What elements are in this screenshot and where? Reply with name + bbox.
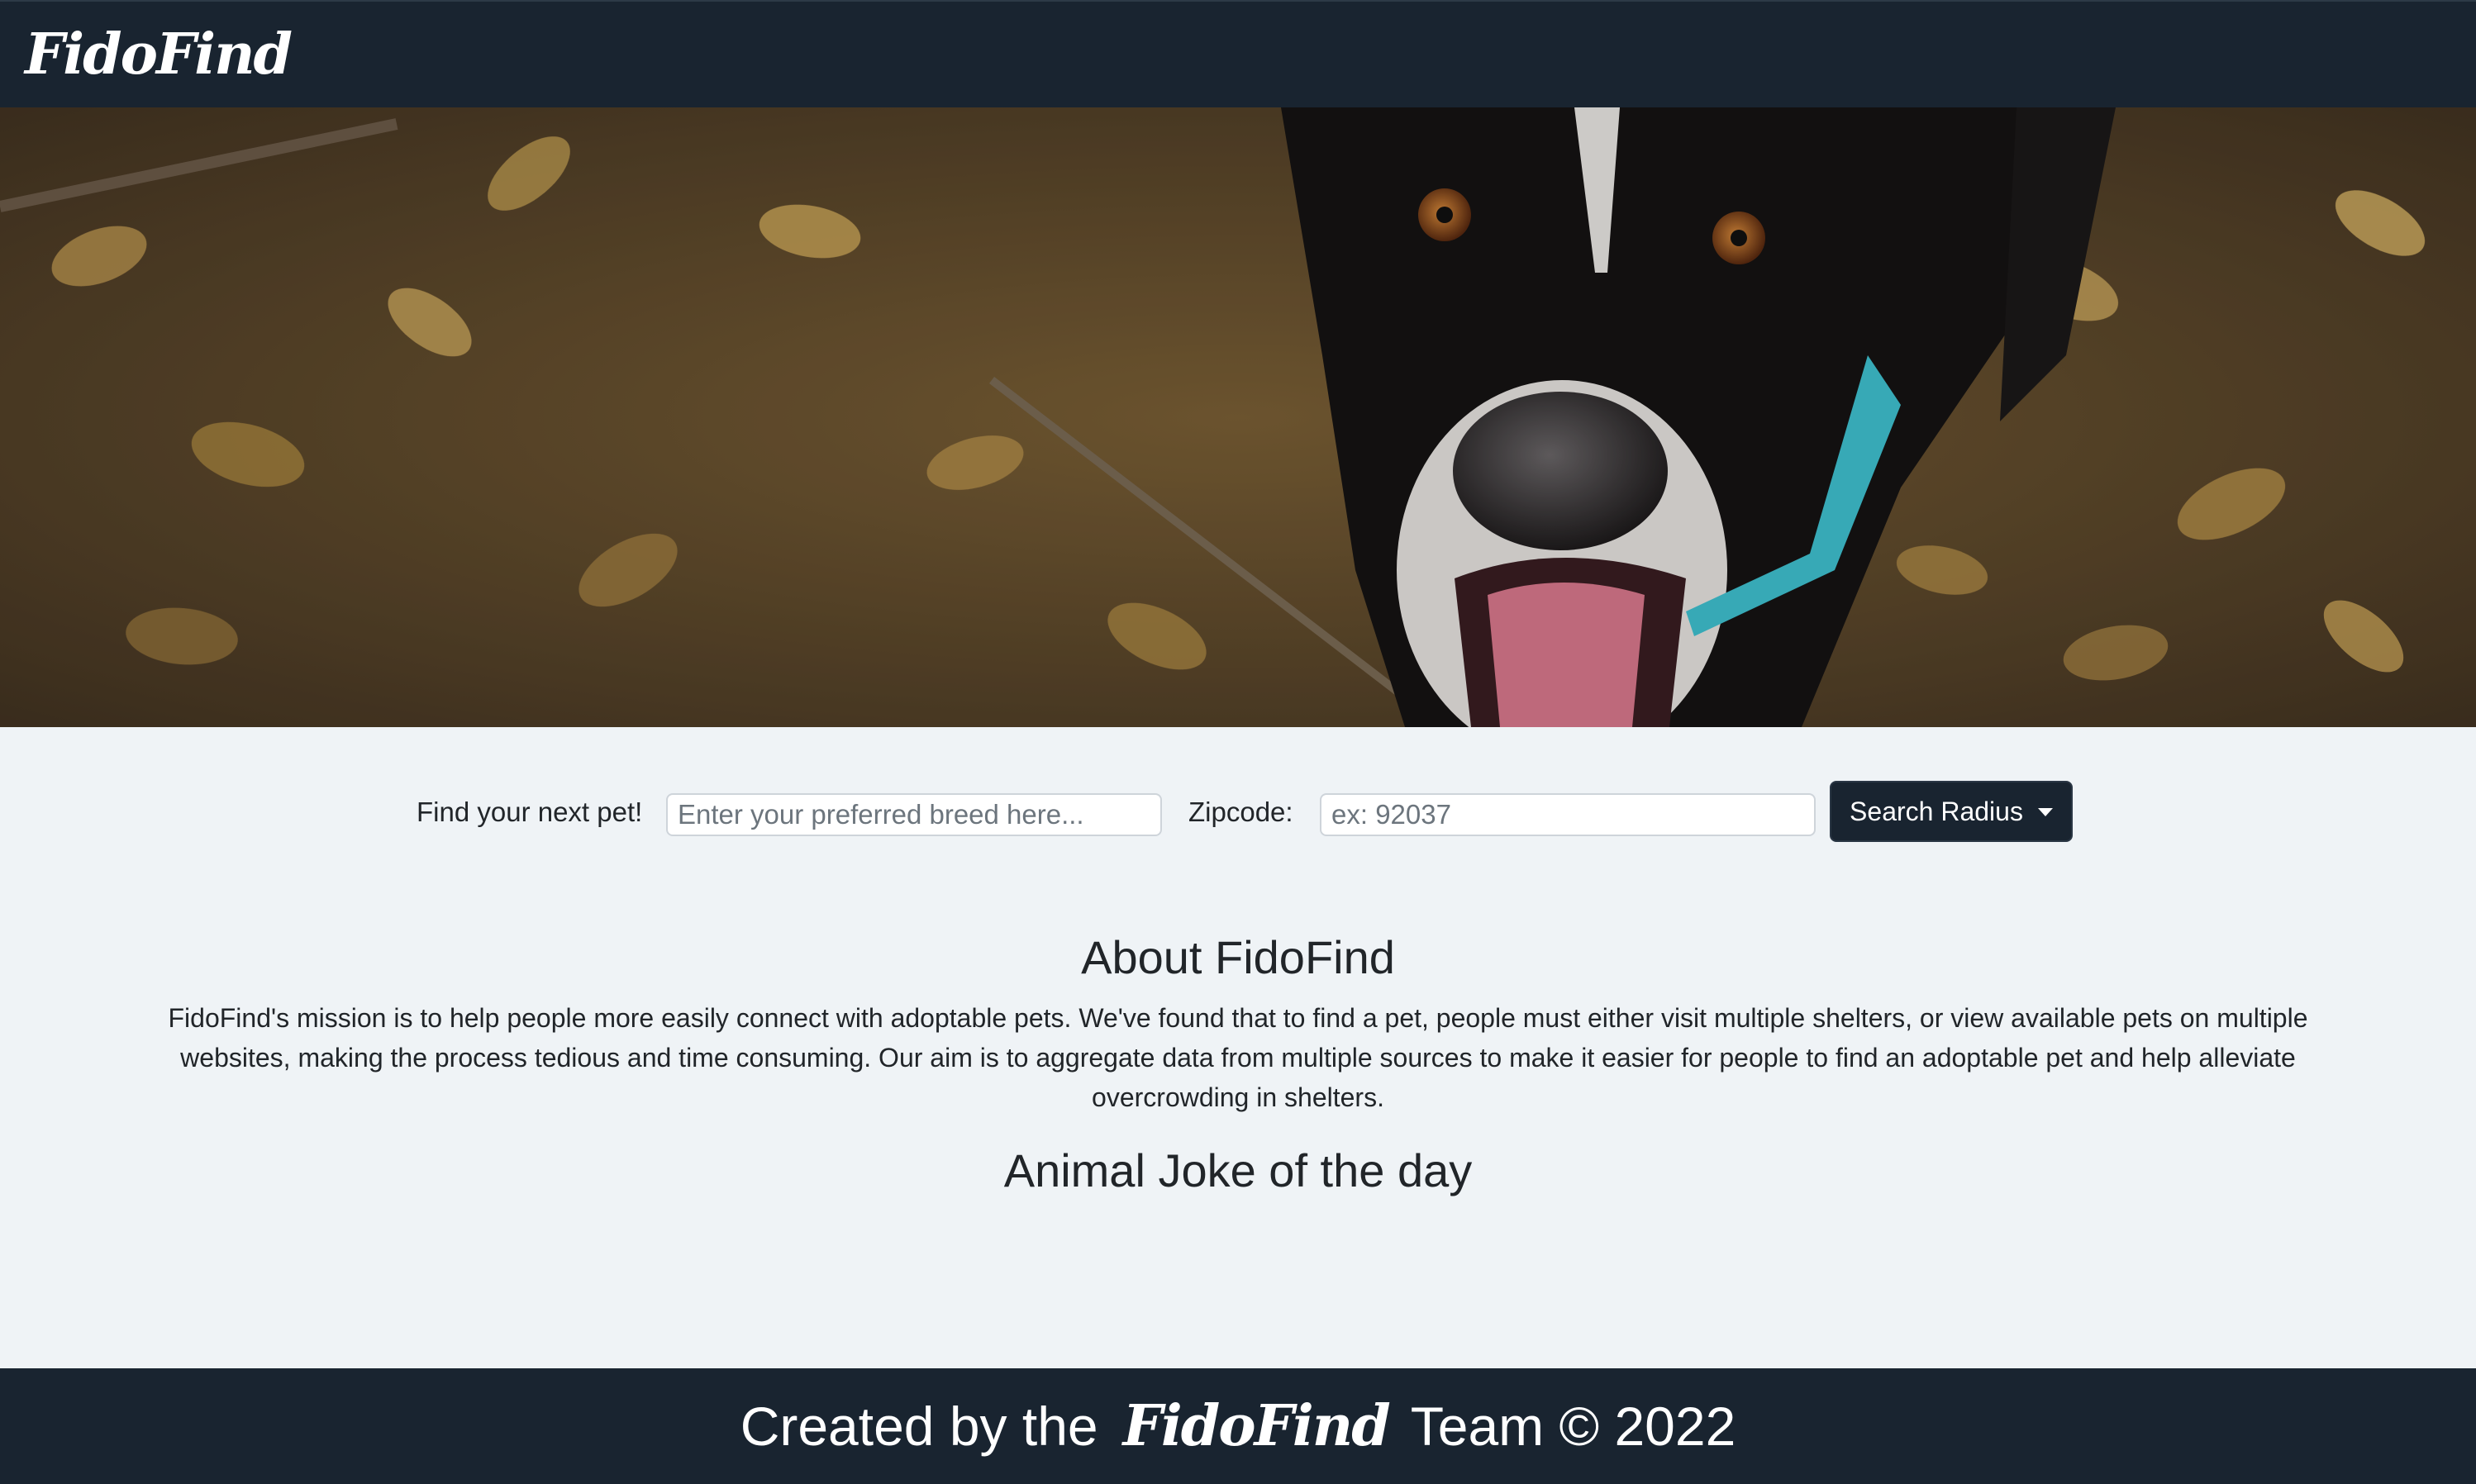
footer-suffix: Team © 2022 <box>1410 1396 1736 1457</box>
about-text: FidoFind's mission is to help people mor… <box>168 1003 2308 1112</box>
search-bar: Find your next pet! Zipcode: Search Radi… <box>0 727 2476 892</box>
navbar: FidoFind <box>0 0 2476 107</box>
caret-down-icon <box>2037 808 2053 816</box>
hero-banner <box>0 107 2476 727</box>
joke-title: Animal Joke of the day <box>1003 1144 1473 1196</box>
footer: Created by the FidoFind Team © 2022 <box>0 1368 2476 1484</box>
search-label: Find your next pet! <box>417 797 643 827</box>
footer-brand-logo: FidoFind <box>1122 1393 1391 1459</box>
breed-input[interactable] <box>666 793 1162 836</box>
zipcode-input[interactable] <box>1320 793 1816 836</box>
search-radius-label: Search Radius <box>1850 796 2023 826</box>
footer-prefix: Created by the <box>740 1396 1098 1457</box>
about-title: About FidoFind <box>1081 931 1395 983</box>
dog-photo <box>0 107 2476 727</box>
zipcode-label: Zipcode: <box>1188 797 1293 827</box>
brand-logo[interactable]: FidoFind <box>25 26 293 83</box>
search-radius-dropdown[interactable]: Search Radius <box>1830 781 2073 842</box>
